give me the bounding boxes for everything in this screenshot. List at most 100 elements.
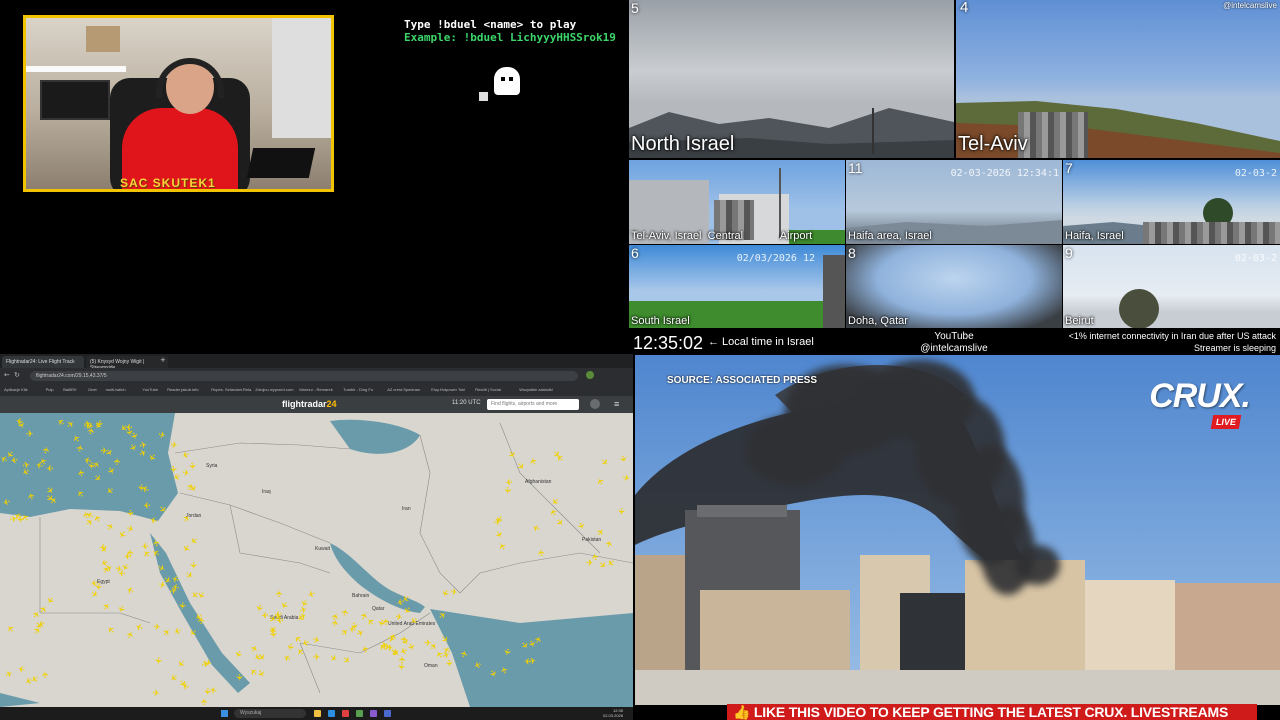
aircraft-icon[interactable]: ✈ <box>233 673 244 681</box>
aircraft-icon[interactable]: ✈ <box>502 487 512 495</box>
app-icon[interactable] <box>384 710 391 717</box>
url-field[interactable]: flightradar24.com/29.15,43.37/5 <box>30 371 578 381</box>
aircraft-icon[interactable]: ✈ <box>330 618 342 628</box>
aircraft-icon[interactable]: ✈ <box>41 445 53 455</box>
bookmark-item[interactable]: Rupes. Sztandari.Rela <box>211 387 251 392</box>
bookmark-item[interactable]: Aplikacje Klik <box>4 387 28 392</box>
aircraft-icon[interactable]: ✈ <box>616 454 628 464</box>
aircraft-icon[interactable]: ✈ <box>341 608 352 617</box>
bookmark-item[interactable]: Wszystkie zakładki <box>519 387 553 392</box>
file-explorer-icon[interactable] <box>314 710 321 717</box>
aircraft-icon[interactable]: ✈ <box>494 518 503 529</box>
aircraft-icon[interactable]: ✈ <box>0 495 10 507</box>
cam-number: 7 <box>1065 160 1073 176</box>
streamer-status: Streamer is sleeping <box>1193 343 1276 353</box>
tab-stream[interactable]: (5) Knysyd Wojny Wigit | Streamside <box>86 356 168 371</box>
bookmark-item[interactable]: YouTube <box>142 387 158 392</box>
aircraft-icon[interactable]: ✈ <box>40 671 51 679</box>
back-icon[interactable]: ← <box>4 371 10 379</box>
bookmark-item[interactable]: Reader jakub.info <box>167 387 198 392</box>
bookmark-item[interactable]: Reddit | Social <box>475 387 501 392</box>
flightradar-logo[interactable]: flightradar24 <box>282 399 337 409</box>
aircraft-icon[interactable]: ✈ <box>442 659 453 668</box>
aircraft-icon[interactable]: ✈ <box>124 509 135 518</box>
chrome-icon[interactable] <box>342 710 349 717</box>
new-tab-icon[interactable]: + <box>160 356 166 364</box>
aircraft-icon[interactable]: ✈ <box>201 687 212 696</box>
cam-number: 5 <box>631 0 639 16</box>
reload-icon[interactable]: ↻ <box>14 371 20 379</box>
aircraft-icon[interactable]: ✈ <box>140 540 149 551</box>
aircraft-icon[interactable]: ✈ <box>9 453 18 464</box>
aircraft-icon[interactable]: ✈ <box>171 580 180 591</box>
aircraft-icon[interactable]: ✈ <box>113 458 123 466</box>
aircraft-icon[interactable]: ✈ <box>424 639 432 649</box>
menu-icon[interactable]: ≡ <box>614 399 619 409</box>
aircraft-icon[interactable]: ✈ <box>152 656 163 665</box>
bookmark-item[interactable]: BaltiRX <box>63 387 76 392</box>
profile-avatar[interactable] <box>586 371 594 379</box>
edge-icon[interactable] <box>328 710 335 717</box>
aircraft-icon[interactable]: ✈ <box>268 626 277 637</box>
aircraft-icon[interactable]: ✈ <box>143 499 151 509</box>
aircraft-icon[interactable]: ✈ <box>537 548 548 557</box>
bookmark-item[interactable]: Marmur - Remarek <box>299 387 333 392</box>
aircraft-icon[interactable]: ✈ <box>181 468 190 479</box>
aircraft-icon[interactable]: ✈ <box>100 446 109 457</box>
aircraft-icon[interactable]: ✈ <box>616 507 626 515</box>
cam-number: 9 <box>1065 245 1073 261</box>
cam-label: Haifa, Israel <box>1065 230 1124 242</box>
flight-map[interactable]: Syria Iraq Jordan Kuwait Iran Afghanista… <box>0 413 633 707</box>
map-label-syria: Syria <box>206 463 218 469</box>
aircraft-icon[interactable]: ✈ <box>187 562 197 570</box>
cam-tel-aviv: 4 @intelcamslive Tel-Aviv <box>956 0 1280 158</box>
taskbar-search[interactable]: Wyszukaj <box>234 709 306 718</box>
aircraft-icon[interactable]: ✈ <box>203 658 213 670</box>
aircraft-icon[interactable]: ✈ <box>276 614 284 624</box>
bookmark-item[interactable]: Pulp <box>46 387 54 392</box>
aircraft-icon[interactable]: ✈ <box>312 653 321 664</box>
windows-start-icon[interactable] <box>221 710 228 717</box>
bookmark-item[interactable]: Eluy.Hotpower Toki <box>431 387 465 392</box>
bookmark-item[interactable]: multi-twitch <box>106 387 126 392</box>
bookmark-item[interactable]: Onet <box>88 387 97 392</box>
aircraft-icon[interactable]: ✈ <box>82 454 92 466</box>
aircraft-icon[interactable]: ✈ <box>83 420 92 431</box>
map-label-afghanistan: Afghanistan <box>525 479 552 485</box>
aircraft-icon[interactable]: ✈ <box>198 617 208 625</box>
aircraft-icon[interactable]: ✈ <box>252 602 264 612</box>
flight-search-input[interactable]: Find flights, airports and more <box>487 399 579 410</box>
cam-number: 4 <box>960 0 969 16</box>
aircraft-icon[interactable]: ✈ <box>16 663 26 674</box>
aircraft-icon[interactable]: ✈ <box>152 622 161 633</box>
aircraft-icon[interactable]: ✈ <box>170 441 179 452</box>
map-label-kuwait: Kuwait <box>315 546 331 552</box>
taskbar-clock: 12:35 02.03.2026 <box>602 708 623 718</box>
aircraft-icon[interactable]: ✈ <box>176 601 187 610</box>
user-icon[interactable] <box>590 399 600 409</box>
tab-flightradar[interactable]: Flightradar24: Live Flight Track <box>2 356 84 368</box>
aircraft-icon[interactable]: ✈ <box>151 689 160 700</box>
aircraft-icon[interactable]: ✈ <box>501 647 513 657</box>
aircraft-icon[interactable]: ✈ <box>449 588 458 599</box>
aircraft-icon[interactable]: ✈ <box>157 430 167 441</box>
bookmark-item[interactable]: Tumblr - Ding Fo <box>343 387 373 392</box>
israel-clock: 12:35:02 <box>633 333 704 353</box>
aircraft-icon[interactable]: ✈ <box>394 662 405 671</box>
app-icon[interactable] <box>370 710 377 717</box>
aircraft-icon[interactable]: ✈ <box>26 431 34 440</box>
channel-handle: @intelcamslive <box>1223 1 1277 10</box>
aircraft-icon[interactable]: ✈ <box>135 484 146 493</box>
aircraft-icon[interactable]: ✈ <box>505 476 513 487</box>
aircraft-icon[interactable]: ✈ <box>200 697 211 706</box>
aircraft-icon[interactable]: ✈ <box>382 617 393 625</box>
aircraft-icon[interactable]: ✈ <box>394 612 403 623</box>
app-icon[interactable] <box>356 710 363 717</box>
aircraft-icon[interactable]: ✈ <box>275 590 285 598</box>
aircraft-icon[interactable]: ✈ <box>123 549 132 560</box>
cam-haifa-area: 11 02-03-2026 12:34:1 Haifa area, Israel <box>846 160 1062 244</box>
bookmark-item[interactable]: Zdrojnu wyprzed.com <box>255 387 293 392</box>
aircraft-icon[interactable]: ✈ <box>283 642 295 652</box>
aircraft-icon[interactable]: ✈ <box>586 559 594 569</box>
bookmark-item[interactable]: AZ crest.Spectram <box>387 387 420 392</box>
